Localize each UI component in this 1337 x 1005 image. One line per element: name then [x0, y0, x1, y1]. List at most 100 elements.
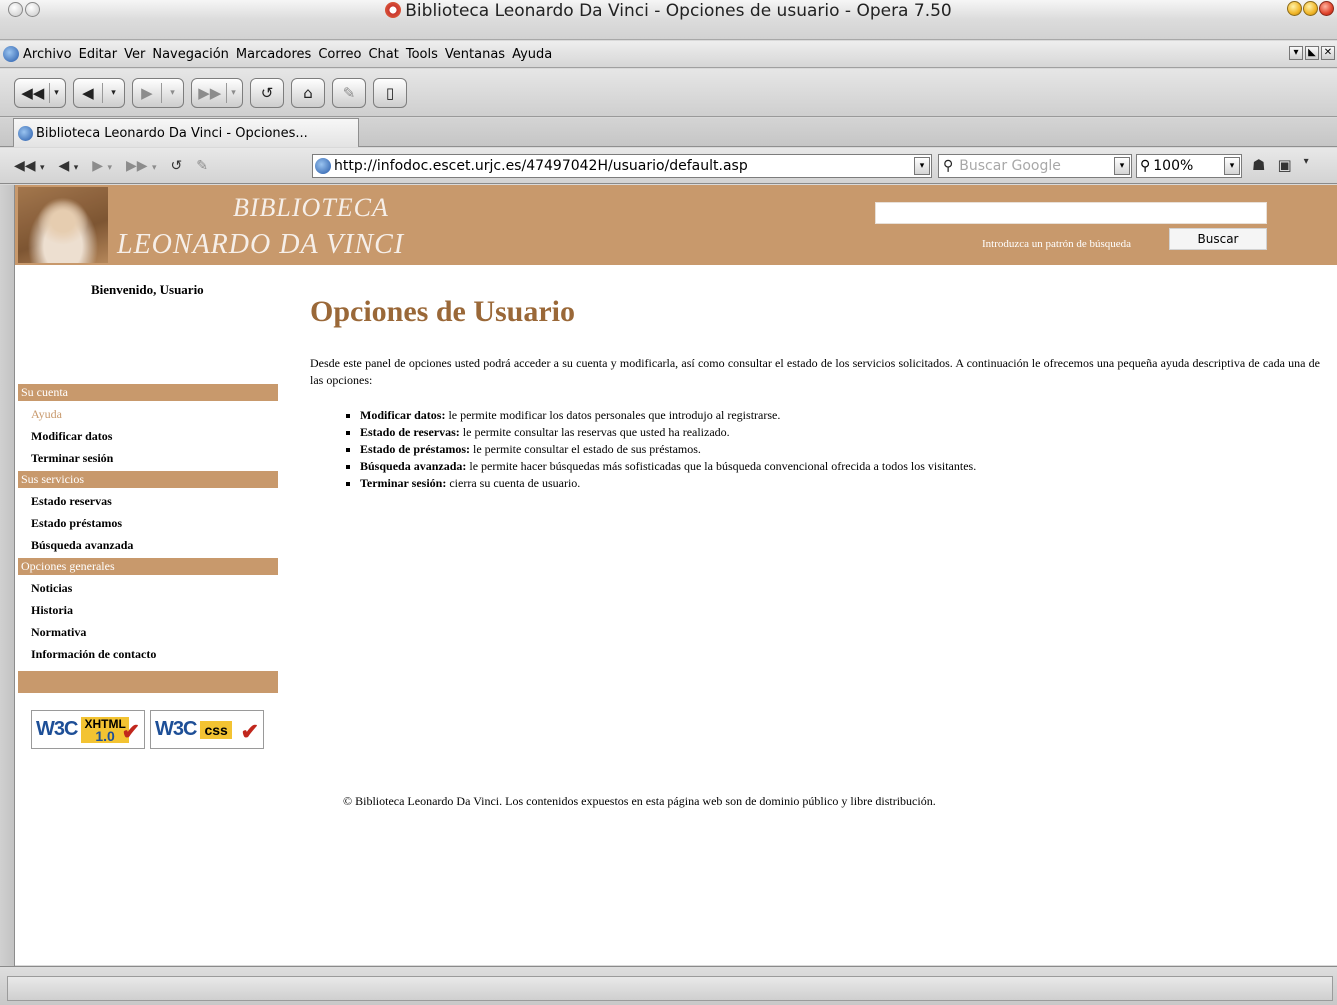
sidebar-item-informacion-contacto[interactable]: Información de contacto: [18, 645, 278, 663]
close-button[interactable]: [1319, 1, 1334, 16]
fast-forward-icon[interactable]: ▶▶ ▾: [126, 158, 157, 174]
search-field[interactable]: ⚲ Buscar Google: [938, 154, 1132, 178]
validation-badges: W3C XHTML 1.0 ✔ W3C css ✔: [31, 710, 264, 749]
copyright-footer: © Biblioteca Leonardo Da Vinci. Los cont…: [343, 794, 936, 808]
search-engine-dropdown[interactable]: ▾: [1114, 157, 1130, 175]
search-icon: ⚲: [943, 158, 954, 174]
w3c-xhtml-badge[interactable]: W3C XHTML 1.0 ✔: [31, 710, 145, 749]
w3c-logo: W3C: [36, 718, 78, 740]
menu-globe-icon[interactable]: [3, 46, 19, 62]
fast-forward-button[interactable]: ▶▶ ▾: [191, 77, 243, 108]
sidebar-item-modificar-datos[interactable]: Modificar datos: [18, 427, 278, 445]
site-search-input[interactable]: [875, 202, 1267, 224]
rewind-icon[interactable]: ◀◀ ▾: [14, 158, 45, 174]
address-nav: ◀◀ ▾ ◀ ▾ ▶ ▾ ▶▶ ▾ ↺ ✎: [14, 158, 208, 174]
new-page-icon: ▯: [385, 83, 395, 102]
reload-icon: ↺: [260, 83, 274, 102]
checkmark-icon: ✔: [240, 719, 259, 744]
options-list: Modificar datos: le permite modificar lo…: [346, 407, 1320, 492]
url-history-dropdown[interactable]: ▾: [914, 157, 930, 175]
url-text: http://infodoc.escet.urjc.es/47497042H/u…: [334, 158, 748, 174]
back-icon[interactable]: ◀ ▾: [59, 158, 79, 174]
page-viewport: BIBLIOTECA LEONARDO DA VINCI Introduzca …: [15, 185, 1337, 965]
pencil-icon: ✎: [342, 83, 356, 102]
mdi-close-icon[interactable]: ✕: [1321, 46, 1335, 60]
reload-button[interactable]: ↺: [250, 77, 284, 108]
checkmark-icon: ✔: [121, 719, 140, 744]
list-item: Estado de préstamos: le permite consulta…: [346, 441, 1320, 458]
mdi-controls: ▾ ◣ ✕: [1289, 46, 1335, 60]
list-item: Modificar datos: le permite modificar lo…: [346, 407, 1320, 424]
mdi-restore-icon[interactable]: ◣: [1305, 46, 1319, 60]
site-banner: BIBLIOTECA LEONARDO DA VINCI Introduzca …: [15, 185, 1337, 265]
pencil-icon[interactable]: ✎: [196, 158, 208, 174]
site-title-line1: BIBLIOTECA: [233, 193, 389, 222]
sidebar-section-sus-servicios: Sus servicios: [18, 471, 278, 488]
forward-icon: ▶: [141, 83, 153, 102]
home-button[interactable]: ⌂: [291, 77, 325, 108]
menu-ventanas[interactable]: Ventanas: [445, 47, 505, 62]
new-page-button[interactable]: ▯: [373, 77, 407, 108]
window-buttons: [1287, 1, 1334, 16]
rewind-button[interactable]: ◀◀ ▾: [14, 77, 66, 108]
menu-ayuda[interactable]: Ayuda: [512, 47, 552, 62]
intro-paragraph: Desde este panel de opciones usted podrá…: [310, 356, 1320, 387]
menu-ver[interactable]: Ver: [124, 47, 145, 62]
tab-label: Biblioteca Leonardo Da Vinci - Opciones.…: [36, 125, 308, 141]
menu-chat[interactable]: Chat: [368, 47, 398, 62]
search-placeholder: Buscar Google: [959, 158, 1061, 174]
identity-icon[interactable]: ☗: [1252, 156, 1265, 174]
list-item: Estado de reservas: le permite consultar…: [346, 424, 1320, 441]
sidebar-footer-bar: [18, 671, 278, 693]
sidebar-item-terminar-sesion[interactable]: Terminar sesión: [18, 449, 278, 467]
menu-editar[interactable]: Editar: [79, 47, 118, 62]
status-bar: [0, 966, 1337, 1005]
sidebar-item-estado-reservas[interactable]: Estado reservas: [18, 492, 278, 510]
menu-navegacion[interactable]: Navegación: [152, 47, 229, 62]
sidebar-section-su-cuenta: Su cuenta: [18, 384, 278, 401]
edit-button[interactable]: ✎: [332, 77, 366, 108]
menu-archivo[interactable]: Archivo: [23, 47, 72, 62]
reload-icon[interactable]: ↺: [171, 158, 183, 174]
sidebar-item-historia[interactable]: Historia: [18, 601, 278, 619]
mdi-minimize-icon[interactable]: ▾: [1289, 46, 1303, 60]
more-icon[interactable]: ▾: [1304, 156, 1309, 174]
main-toolbar: ◀◀ ▾ ◀ ▾ ▶ ▾ ▶▶ ▾ ↺ ⌂ ✎ ▯: [0, 69, 1337, 117]
tab-biblioteca[interactable]: Biblioteca Leonardo Da Vinci - Opciones.…: [13, 118, 359, 147]
zoom-icon: ⚲: [1140, 158, 1151, 174]
opera-logo-icon: [385, 2, 402, 18]
zoom-dropdown[interactable]: ▾: [1224, 157, 1240, 175]
sidebar-item-ayuda[interactable]: Ayuda: [18, 405, 278, 423]
address-toolbar: ◀◀ ▾ ◀ ▾ ▶ ▾ ▶▶ ▾ ↺ ✎ http://infodoc.esc…: [0, 148, 1337, 184]
menu-bar: Archivo Editar Ver Navegación Marcadores…: [0, 41, 1337, 68]
sidebar-item-busqueda-avanzada[interactable]: Búsqueda avanzada: [18, 536, 278, 554]
fast-forward-icon: ▶▶: [198, 83, 222, 102]
forward-button[interactable]: ▶ ▾: [132, 77, 184, 108]
chevron-down-icon: ▾: [54, 87, 59, 98]
rewind-icon: ◀◀: [21, 83, 45, 102]
sidebar-item-estado-prestamos[interactable]: Estado préstamos: [18, 514, 278, 532]
sidebar-section-opciones-generales: Opciones generales: [18, 558, 278, 575]
forward-icon[interactable]: ▶ ▾: [92, 158, 112, 174]
list-item: Terminar sesión: cierra su cuenta de usu…: [346, 475, 1320, 492]
menu-tools[interactable]: Tools: [406, 47, 438, 62]
image-toggle-icon[interactable]: ▣: [1277, 156, 1291, 174]
css-tag: css: [200, 720, 232, 739]
buscar-button[interactable]: Buscar: [1169, 228, 1267, 250]
sidebar-item-noticias[interactable]: Noticias: [18, 579, 278, 597]
chevron-down-icon: ▾: [231, 87, 236, 98]
w3c-css-badge[interactable]: W3C css ✔: [150, 710, 264, 749]
zoom-button[interactable]: [1303, 1, 1318, 16]
site-title-line2: LEONARDO DA VINCI: [117, 229, 405, 260]
back-button[interactable]: ◀ ▾: [73, 77, 125, 108]
page-title: Opciones de Usuario: [310, 295, 576, 328]
menu-marcadores[interactable]: Marcadores: [236, 47, 311, 62]
home-icon: ⌂: [303, 83, 313, 102]
window-title: Biblioteca Leonardo Da Vinci - Opciones …: [0, 1, 1337, 21]
sidebar-item-normativa[interactable]: Normativa: [18, 623, 278, 641]
minimize-button[interactable]: [1287, 1, 1302, 16]
list-item: Búsqueda avanzada: le permite hacer búsq…: [346, 458, 1320, 475]
leonardo-portrait-image: [18, 187, 108, 263]
url-field[interactable]: http://infodoc.escet.urjc.es/47497042H/u…: [312, 154, 932, 178]
menu-correo[interactable]: Correo: [318, 47, 361, 62]
